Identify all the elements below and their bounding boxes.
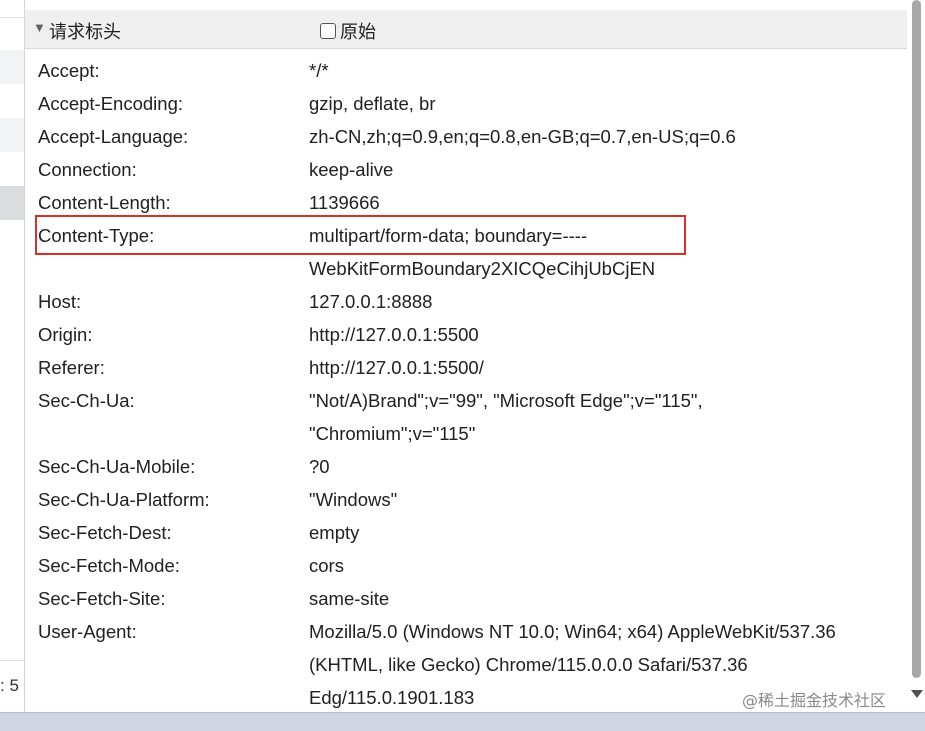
header-row: Referer: http://127.0.0.1:5500/ [25, 351, 907, 384]
header-name: Sec-Fetch-Mode: [38, 555, 180, 576]
header-row: Accept-Encoding: gzip, deflate, br [25, 87, 907, 120]
header-value: same-site [309, 582, 889, 615]
header-name: Sec-Fetch-Dest: [38, 522, 172, 543]
header-row: Connection: keep-alive [25, 153, 907, 186]
header-value-line: same-site [309, 588, 390, 609]
scroll-down-arrow-icon[interactable] [911, 690, 923, 698]
header-row: Accept: */* [25, 54, 907, 87]
header-row: Origin: http://127.0.0.1:5500 [25, 318, 907, 351]
header-name: User-Agent: [38, 621, 137, 642]
header-row: Sec-Ch-Ua: "Not/A)Brand";v="99", "Microso… [25, 384, 907, 450]
header-value: ?0 [309, 450, 889, 483]
header-name: Accept-Encoding: [38, 93, 184, 114]
row-divider [0, 17, 24, 18]
raw-checkbox[interactable] [320, 23, 336, 39]
header-name: Host: [38, 291, 82, 312]
header-value: zh-CN,zh;q=0.9,en;q=0.8,en-GB;q=0.7,en-U… [309, 120, 889, 153]
header-row: Accept-Language: zh-CN,zh;q=0.9,en;q=0.8,… [25, 120, 907, 153]
header-name: Origin: [38, 324, 93, 345]
header-value-line: WebKitFormBoundary2XICQeCihjUbCjEN [309, 258, 656, 279]
header-value: "Windows" [309, 483, 889, 516]
header-value: http://127.0.0.1:5500/ [309, 351, 889, 384]
scrollbar-thumb[interactable] [912, 0, 921, 678]
header-name: Content-Type: [38, 225, 155, 246]
request-headers-section-header[interactable]: ▼ 请求标头 原始 [25, 10, 907, 49]
header-value-line: gzip, deflate, br [309, 93, 436, 114]
header-row: Host: 127.0.0.1:8888 [25, 285, 907, 318]
left-list-row[interactable] [0, 118, 24, 152]
section-title[interactable]: 请求标头 [49, 18, 121, 44]
header-value-line: zh-CN,zh;q=0.9,en;q=0.8,en-GB;q=0.7,en-U… [309, 126, 736, 147]
header-name: Sec-Ch-Ua: [38, 390, 135, 411]
header-name: Sec-Ch-Ua-Platform: [38, 489, 210, 510]
header-value: gzip, deflate, br [309, 87, 889, 120]
header-name: Sec-Fetch-Site: [38, 588, 166, 609]
left-list-row[interactable] [0, 50, 24, 84]
watermark: @稀土掘金技术社区 [742, 691, 887, 710]
raw-toggle[interactable]: 原始 [320, 18, 376, 44]
header-value-line: keep-alive [309, 159, 394, 180]
left-panel: : 5 [0, 0, 25, 712]
header-value: keep-alive [309, 153, 889, 186]
raw-label[interactable]: 原始 [340, 18, 376, 44]
header-row: Sec-Ch-Ua-Platform: "Windows" [25, 483, 907, 516]
header-value: 127.0.0.1:8888 [309, 285, 889, 318]
header-value-line: empty [309, 522, 360, 543]
header-value-line: http://127.0.0.1:5500 [309, 324, 479, 345]
header-value: 1139666 [309, 186, 889, 219]
header-name: Accept: [38, 60, 100, 81]
header-value-line: 127.0.0.1:8888 [309, 291, 433, 312]
header-value: cors [309, 549, 889, 582]
header-row: Content-Type: multipart/form-data; bounda… [25, 219, 907, 285]
vertical-scrollbar[interactable] [907, 0, 925, 712]
header-value-line: Mozilla/5.0 (Windows NT 10.0; Win64; x64… [309, 621, 836, 642]
header-value-line: */* [309, 60, 329, 81]
header-name: Sec-Ch-Ua-Mobile: [38, 456, 196, 477]
header-value-line: cors [309, 555, 344, 576]
request-headers-list: Accept: */* Accept-Encoding: gzip, deflate,… [25, 54, 907, 714]
header-value-line: 1139666 [309, 192, 380, 213]
header-name: Connection: [38, 159, 137, 180]
left-list-row-selected[interactable] [0, 186, 24, 220]
header-row: Sec-Fetch-Mode: cors [25, 549, 907, 582]
header-value-line: "Not/A)Brand";v="99", "Microsoft Edge";v… [309, 390, 703, 411]
header-value: empty [309, 516, 889, 549]
header-value: http://127.0.0.1:5500 [309, 318, 889, 351]
header-name: Referer: [38, 357, 105, 378]
header-row: Sec-Fetch-Dest: empty [25, 516, 907, 549]
header-value-line: ?0 [309, 456, 330, 477]
header-value-line: "Chromium";v="115" [309, 423, 476, 444]
header-value: "Not/A)Brand";v="99", "Microsoft Edge";v… [309, 384, 889, 450]
header-name: Accept-Language: [38, 126, 189, 147]
header-value-line: (KHTML, like Gecko) Chrome/115.0.0.0 Saf… [309, 654, 748, 675]
header-value: */* [309, 54, 889, 87]
header-value: multipart/form-data; boundary=---- WebKit… [309, 219, 889, 285]
header-name: Content-Length: [38, 192, 171, 213]
bottom-status-bar [0, 712, 925, 731]
header-value-line: http://127.0.0.1:5500/ [309, 357, 484, 378]
header-row: Content-Length: 1139666 [25, 186, 907, 219]
header-value-line: multipart/form-data; boundary=---- [309, 225, 588, 246]
header-row: Sec-Fetch-Site: same-site [25, 582, 907, 615]
row-divider [0, 660, 24, 661]
left-panel-cut-text: : 5 [0, 676, 19, 695]
collapse-triangle-icon[interactable]: ▼ [33, 20, 46, 35]
header-row: Sec-Ch-Ua-Mobile: ?0 [25, 450, 907, 483]
header-value-line: "Windows" [309, 489, 398, 510]
